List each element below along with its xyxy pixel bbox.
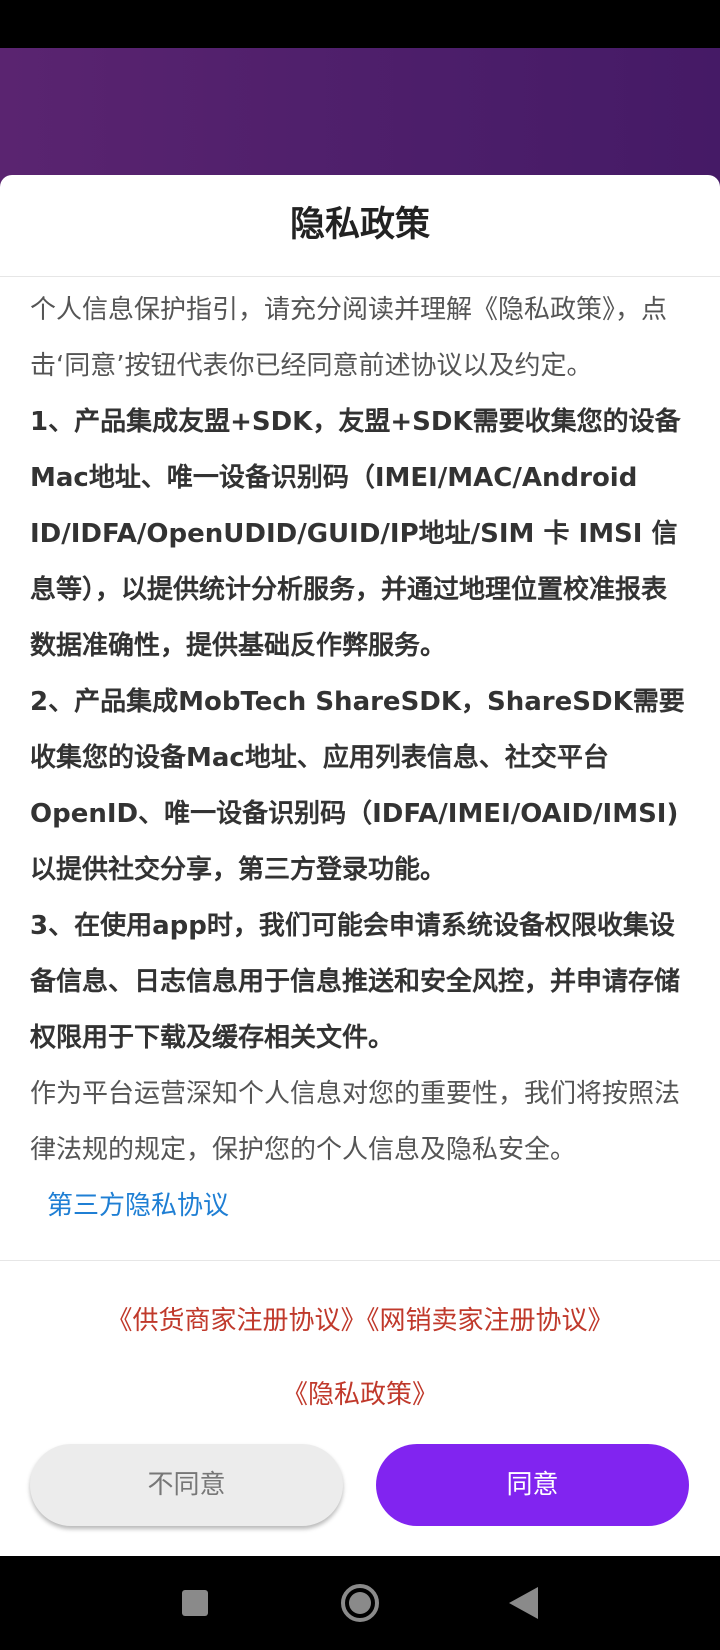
content-divider <box>0 1260 720 1261</box>
back-triangle-icon[interactable] <box>480 1556 570 1650</box>
policy-item-permissions: 3、在使用app时，我们可能会申请系统设备权限收集设备信息、日志信息用于信息推送… <box>30 911 681 1053</box>
title-divider <box>0 276 720 277</box>
navigation-bar <box>0 1556 720 1650</box>
home-circle-icon[interactable] <box>315 1556 405 1650</box>
intro-text: 个人信息保护指引，请充分阅读并理解《隐私政策》，点击‘同意’按钮代表你已经同意前… <box>30 295 668 381</box>
third-party-privacy-link[interactable]: 第三方隐私协议 <box>30 1178 690 1234</box>
agreement-row-1: 《供货商家注册协议》《网销卖家注册协议》 <box>0 1284 720 1358</box>
policy-item-umeng: 1、产品集成友盟+SDK，友盟+SDK需要收集您的设备Mac地址、唯一设备识别码… <box>30 407 681 661</box>
screen: 隐私政策 个人信息保护指引，请充分阅读并理解《隐私政策》，点击‘同意’按钮代表你… <box>0 0 720 1650</box>
recents-square-icon[interactable] <box>150 1556 240 1650</box>
policy-item-sharesdk: 2、产品集成MobTech ShareSDK，ShareSDK需要收集您的设备M… <box>30 687 685 885</box>
outro-text: 作为平台运营深知个人信息对您的重要性，我们将按照法律法规的规定，保护您的个人信息… <box>30 1079 681 1165</box>
seller-agreement-link[interactable]: 《网销卖家注册协议》 <box>367 1306 614 1336</box>
status-bar <box>0 0 720 48</box>
privacy-policy-link[interactable]: 《隐私政策》 <box>282 1380 438 1410</box>
supplier-agreement-link[interactable]: 《供货商家注册协议》 <box>106 1306 366 1336</box>
agreement-row-2: 《隐私政策》 <box>0 1358 720 1432</box>
dialog-title: 隐私政策 <box>289 205 430 245</box>
agreement-links: 《供货商家注册协议》《网销卖家注册协议》 《隐私政策》 <box>0 1284 720 1432</box>
agree-button[interactable]: 同意 <box>376 1444 689 1526</box>
policy-content: 个人信息保护指引，请充分阅读并理解《隐私政策》，点击‘同意’按钮代表你已经同意前… <box>30 282 690 1258</box>
decline-button[interactable]: 不同意 <box>30 1444 343 1526</box>
privacy-dialog: 隐私政策 个人信息保护指引，请充分阅读并理解《隐私政策》，点击‘同意’按钮代表你… <box>0 175 720 1556</box>
